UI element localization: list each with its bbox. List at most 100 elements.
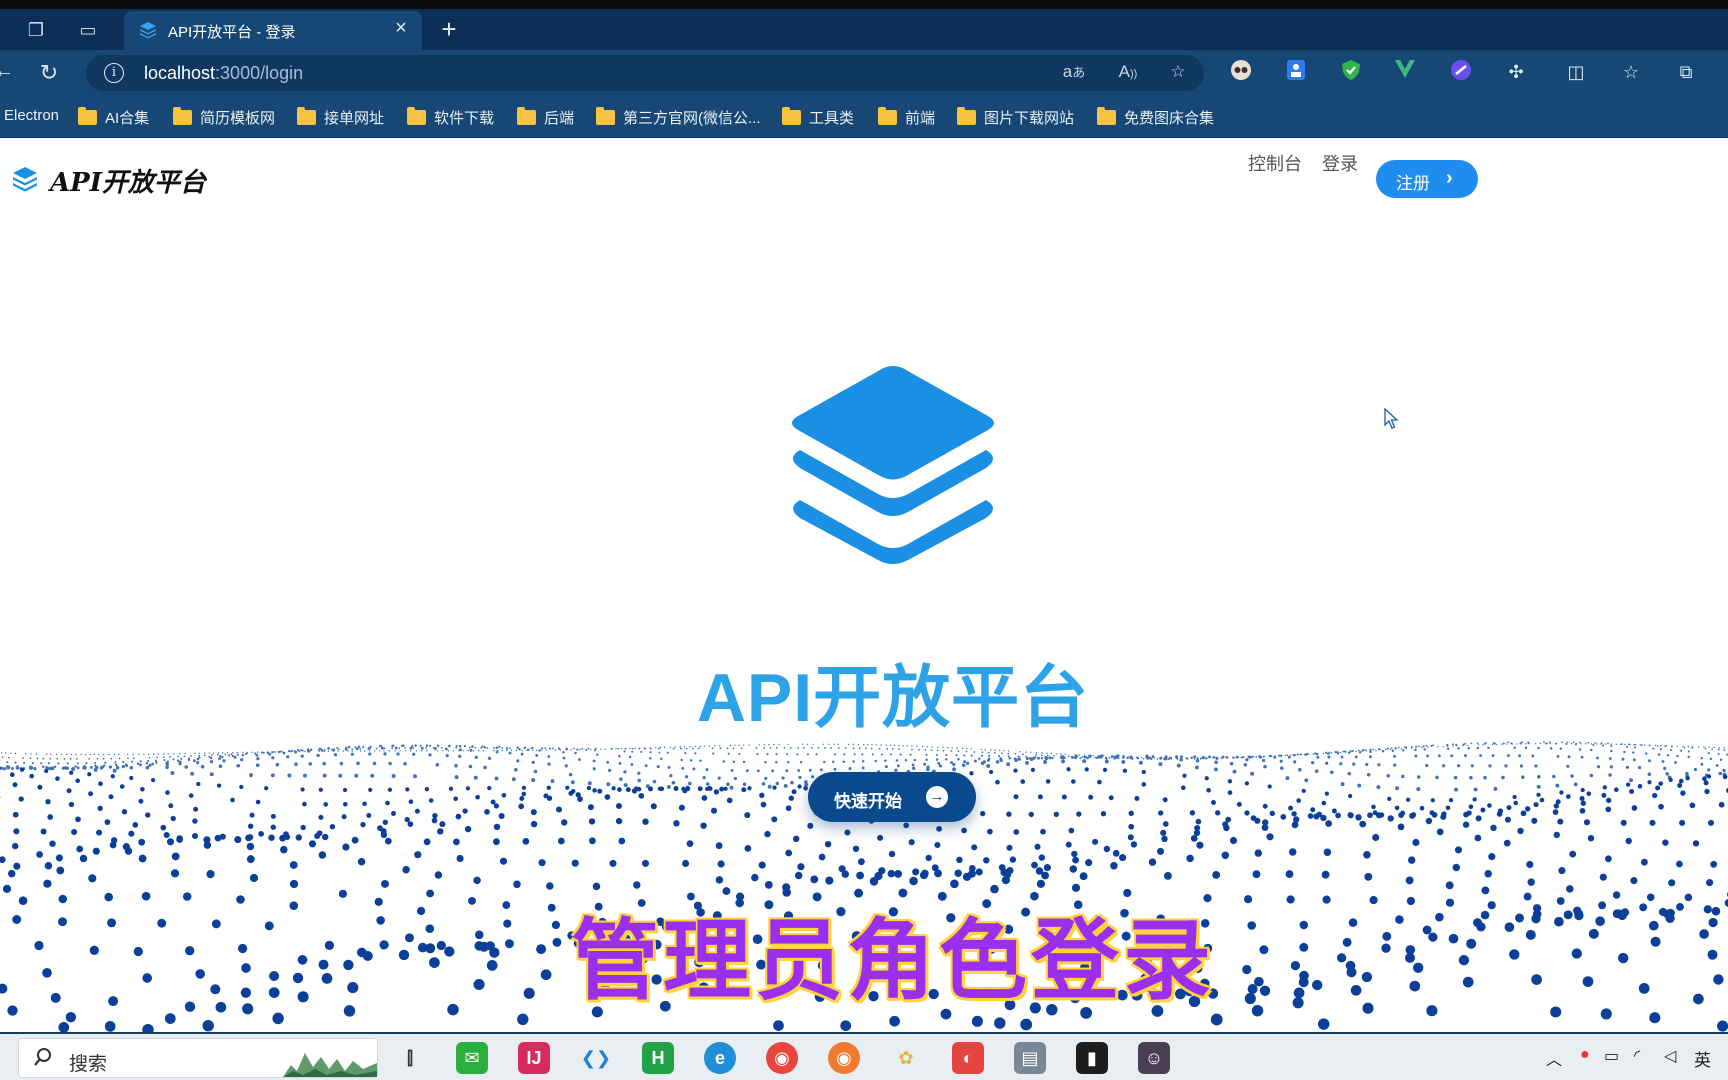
tab-close-button[interactable]: × [390,17,412,40]
particle-dot [453,838,460,846]
favorite-star-icon[interactable]: ☆ [1166,62,1190,84]
particle-dot [764,776,768,781]
bookmark-folder[interactable]: 第三方官网(微信公... [596,107,761,129]
extension-purple-icon[interactable] [1448,59,1474,85]
particle-dot [1169,756,1172,760]
particle-dot [220,755,224,759]
window-app-icon[interactable]: ▤ [1014,1042,1046,1074]
tray-record-icon[interactable]: ● [1580,1046,1590,1064]
particle-dot [1070,779,1076,784]
particle-dot [531,746,534,749]
address-url[interactable]: localhost:3000/login [144,63,303,84]
task-view-icon[interactable]: ⫿ [394,1042,426,1074]
particle-dot [1504,816,1511,823]
particle-dot [1046,752,1048,754]
particle-dot [260,751,263,754]
particle-dot [1565,794,1571,799]
bookmark-folder[interactable]: 软件下载 [407,107,494,129]
tab-active[interactable]: API开放平台 - 登录 × [124,11,422,50]
chrome-app-icon[interactable]: ◉ [766,1042,798,1074]
register-button[interactable]: 注册 › [1376,160,1478,198]
particle-dot [810,875,819,884]
info-icon[interactable]: i [104,63,124,83]
particle-dot [546,882,554,890]
particle-dot [538,749,541,752]
nav-console-link[interactable]: 控制台 [1248,150,1302,176]
tray-overflow-icon[interactable]: ︿ [1546,1046,1562,1070]
tray-battery-icon[interactable]: ▭ [1604,1046,1619,1066]
bookmark-folder[interactable]: AI合集 [78,107,149,129]
particle-dot [104,819,111,825]
mascot-app-icon[interactable]: ✿ [890,1042,922,1074]
extension-vue-icon[interactable] [1392,59,1418,85]
bookmark-folder[interactable]: 工具类 [782,107,854,129]
particle-dot [33,767,37,771]
particle-dot [273,751,275,753]
translate-icon[interactable]: aあ [1062,62,1086,84]
taskbar-search[interactable]: 搜索 [18,1038,378,1078]
favorites-icon[interactable]: ☆ [1618,59,1644,85]
edge-app-icon[interactable]: e [704,1042,736,1074]
collections-icon[interactable]: ⧉ [1673,59,1699,85]
particle-dot [560,819,568,826]
workspaces-icon[interactable]: ❐ [24,18,48,42]
bookmark-folder[interactable]: 前端 [878,107,935,129]
bookmark-folder[interactable]: 免费图床合集 [1097,107,1214,129]
bot-app-icon[interactable]: ☺ [1138,1042,1170,1074]
vscode-app-icon[interactable]: ❮❯ [580,1042,612,1074]
bookmark-folder[interactable]: 接单网址 [297,107,384,129]
particle-dot [1702,776,1707,782]
bookmark-folder[interactable]: 简历模板网 [173,107,275,129]
nav-login-link[interactable]: 登录 [1322,150,1358,176]
particle-dot [432,813,438,819]
particle-dot [1687,750,1690,753]
particle-dot [1719,758,1723,762]
particle-dot [1453,775,1458,780]
particle-dot [788,795,794,801]
bookmark-folder[interactable]: 图片下载网站 [957,107,1074,129]
netease-app-icon[interactable]: ◐ [952,1042,984,1074]
particle-dot [1620,819,1627,826]
tray-wifi-icon[interactable]: ◜ [1634,1046,1640,1066]
quick-start-button[interactable]: 快速开始 → [808,772,976,822]
browser-app-icon[interactable]: ◉ [828,1042,860,1074]
particle-dot [994,1017,1006,1029]
particle-dot [689,759,693,762]
particle-dot [1041,754,1043,757]
split-screen-icon[interactable]: ◫ [1563,59,1589,85]
extension-blue-icon[interactable] [1283,59,1309,85]
particle-dot [1007,755,1010,758]
particle-dot [1643,744,1646,746]
particle-dot [1625,782,1631,787]
particle-dot [1718,747,1720,749]
bookmark-item[interactable]: Electron [4,107,59,129]
particle-dot [380,746,384,750]
new-tab-button[interactable]: + [436,16,462,42]
extension-owl-icon[interactable] [1228,59,1254,85]
particle-dot [893,744,896,747]
wechat-app-icon[interactable]: ✉ [456,1042,488,1074]
particle-dot [904,759,908,762]
address-bar[interactable]: i localhost:3000/login aあ A)) ☆ [86,55,1204,91]
particle-dot [547,762,551,766]
particle-dot [41,765,45,769]
hbuilder-app-icon[interactable]: H [642,1042,674,1074]
particle-dot [1615,743,1618,745]
particle-dot [944,758,948,761]
ime-indicator[interactable]: 英 [1694,1046,1711,1071]
back-arrow-icon[interactable]: ← [0,60,14,83]
reload-icon[interactable]: ↻ [36,60,62,86]
particle-dot [1448,797,1454,803]
particle-dot [1397,823,1405,831]
intellij-app-icon[interactable]: IJ [518,1042,550,1074]
bookmark-folder[interactable]: 后端 [517,107,574,129]
particle-dot [717,776,721,780]
terminal-app-icon[interactable]: ▮ [1076,1042,1108,1074]
extension-shield-icon[interactable] [1338,59,1364,85]
particle-dot [987,751,990,754]
tray-volume-icon[interactable]: ◁ [1664,1046,1676,1066]
read-aloud-icon[interactable]: A)) [1116,62,1140,84]
extension-icon[interactable]: ✣ [1503,59,1529,85]
tab-actions-icon[interactable]: ▭ [76,18,100,42]
particle-dot [1597,765,1601,769]
